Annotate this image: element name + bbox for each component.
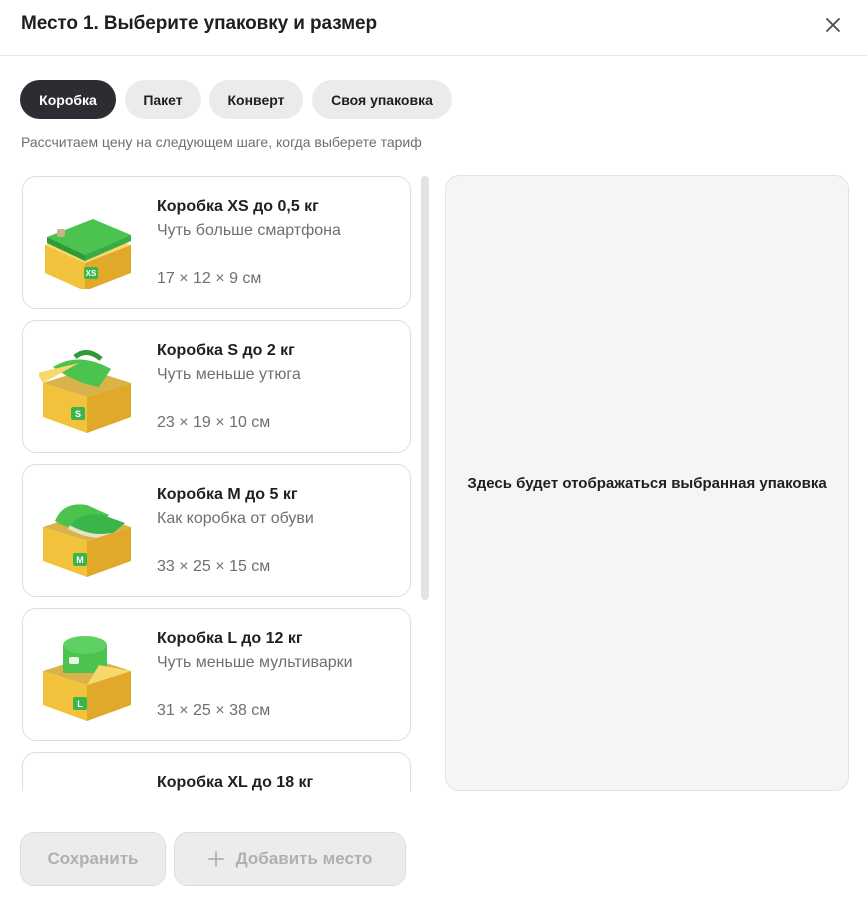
preview-placeholder-text: Здесь будет отображаться выбранная упако… <box>467 474 827 492</box>
modal-header: Место 1. Выберите упаковку и размер <box>0 0 867 56</box>
box-option-s[interactable]: S Коробка S до 2 кг Чуть меньше утюга 23… <box>22 320 411 453</box>
box-option-m[interactable]: M Коробка M до 5 кг Как коробка от обуви… <box>22 464 411 597</box>
box-description: Чуть меньше мультиварки <box>157 654 353 671</box>
tab-own-packaging[interactable]: Своя упаковка <box>312 80 452 119</box>
iron-in-box-icon: S <box>39 350 131 433</box>
box-badge: L <box>77 699 83 709</box>
modal-title: Место 1. Выберите упаковку и размер <box>21 13 378 34</box>
box-option-l[interactable]: L Коробка L до 12 кг Чуть меньше мультив… <box>22 608 411 741</box>
box-name: Коробка XS до 0,5 кг <box>157 198 319 215</box>
box-description: Чуть больше смартфона <box>157 222 341 239</box>
box-name: Коробка M до 5 кг <box>157 486 298 503</box>
box-dimensions: 17 × 12 × 9 см <box>157 270 262 287</box>
box-list[interactable]: XS Коробка XS до 0,5 кг Чуть больше смар… <box>22 176 412 791</box>
box-dimensions: 33 × 25 × 15 см <box>157 558 271 575</box>
close-icon <box>826 18 840 32</box>
tab-envelope[interactable]: Конверт <box>209 80 303 119</box>
selected-packaging-preview: Здесь будет отображаться выбранная упако… <box>445 175 849 791</box>
box-badge: XS <box>86 269 97 278</box>
close-button[interactable] <box>820 12 846 38</box>
save-button-label: Сохранить <box>47 849 139 868</box>
tab-box[interactable]: Коробка <box>20 80 116 119</box>
hint-text: Рассчитаем цену на следующем шаге, когда… <box>21 134 422 150</box>
item-in-box-icon <box>39 775 135 791</box>
list-scrollbar[interactable] <box>421 176 429 600</box>
add-place-button-label: Добавить место <box>235 849 373 868</box>
box-badge: S <box>75 409 81 419</box>
sneakers-in-box-icon: M <box>43 504 131 577</box>
box-option-xl[interactable]: Коробка XL до 18 кг XL <box>22 752 411 791</box>
box-description: Чуть меньше утюга <box>157 366 301 383</box>
save-button[interactable]: Сохранить <box>20 832 166 886</box>
add-place-button[interactable]: Добавить место <box>174 832 406 886</box>
box-name: Коробка XL до 18 кг <box>157 774 314 791</box>
multicooker-in-box-icon: L <box>43 636 131 721</box>
tab-bag[interactable]: Пакет <box>125 80 201 119</box>
phone-in-box-icon: XS <box>45 219 131 289</box>
box-name: Коробка S до 2 кг <box>157 342 295 359</box>
box-description: Как коробка от обуви <box>157 510 314 527</box>
box-name: Коробка L до 12 кг <box>157 630 303 647</box>
box-badge: M <box>76 555 84 565</box>
plus-icon <box>207 851 224 867</box>
box-dimensions: 31 × 25 × 38 см <box>157 702 271 719</box>
box-dimensions: 23 × 19 × 10 см <box>157 414 271 431</box>
box-option-xs[interactable]: XS Коробка XS до 0,5 кг Чуть больше смар… <box>22 176 411 309</box>
